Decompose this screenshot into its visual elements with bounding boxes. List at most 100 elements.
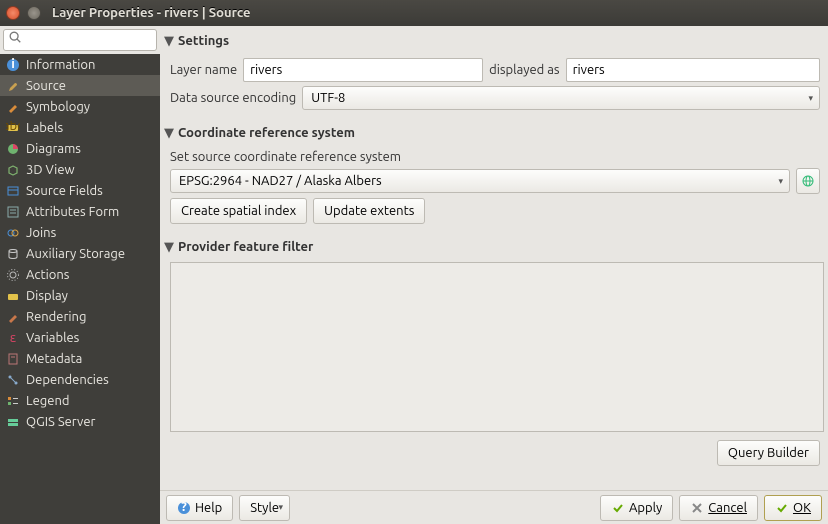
cube-icon	[6, 163, 20, 177]
search-icon	[8, 30, 22, 44]
select-value: UTF-8	[311, 91, 345, 105]
fields-icon	[6, 184, 20, 198]
section-title: Coordinate reference system	[178, 126, 355, 140]
diagrams-icon	[6, 142, 20, 156]
encoding-select[interactable]: UTF-8	[302, 86, 820, 110]
close-icon[interactable]	[6, 6, 20, 20]
sidebar-item-symbology[interactable]: Symbology	[0, 96, 160, 117]
sidebar: iInformation Source Symbology abcLabels …	[0, 26, 160, 524]
apply-button[interactable]: Apply	[600, 495, 673, 521]
search-input[interactable]	[3, 29, 157, 51]
layer-name-label: Layer name	[170, 63, 237, 77]
button-label: Apply	[629, 501, 662, 515]
window-title: Layer Properties - rivers | Source	[52, 6, 250, 20]
sidebar-item-label: Metadata	[26, 352, 82, 366]
help-icon: ?	[177, 501, 191, 515]
sidebar-item-3dview[interactable]: 3D View	[0, 159, 160, 180]
rendering-icon	[6, 310, 20, 324]
form-icon	[6, 205, 20, 219]
wrench-icon	[6, 79, 20, 93]
sidebar-item-variables[interactable]: ε Variables	[0, 327, 160, 348]
sidebar-item-label: Auxiliary Storage	[26, 247, 125, 261]
button-label: OK	[793, 501, 811, 515]
button-label: Help	[195, 501, 222, 515]
server-icon	[6, 415, 20, 429]
sidebar-item-label: Rendering	[26, 310, 86, 324]
svg-text:i: i	[11, 58, 15, 71]
crs-select[interactable]: EPSG:2964 - NAD27 / Alaska Albers	[170, 169, 790, 193]
chevron-down-icon: ▼	[164, 34, 174, 49]
cancel-icon	[690, 501, 704, 515]
filter-header[interactable]: ▼ Provider feature filter	[160, 236, 824, 258]
display-icon	[6, 289, 20, 303]
input-value: rivers	[573, 63, 605, 77]
labels-icon: abc	[6, 121, 20, 135]
section-title: Provider feature filter	[178, 240, 313, 254]
filter-textarea[interactable]	[170, 262, 824, 432]
gear-icon	[6, 268, 20, 282]
sidebar-item-label: Source Fields	[26, 184, 103, 198]
sidebar-item-source[interactable]: Source	[0, 75, 160, 96]
crs-header[interactable]: ▼ Coordinate reference system	[160, 122, 824, 144]
sidebar-item-label: Variables	[26, 331, 79, 345]
cancel-button[interactable]: Cancel	[679, 495, 758, 521]
layer-name-input[interactable]: rivers	[243, 58, 483, 82]
main-panel: ▼ Settings Layer name rivers displayed as…	[160, 26, 828, 524]
button-label: Cancel	[708, 501, 747, 515]
create-spatial-index-button[interactable]: Create spatial index	[170, 198, 307, 224]
sidebar-item-label: Display	[26, 289, 68, 303]
sidebar-item-label: 3D View	[26, 163, 75, 177]
help-button[interactable]: ? Help	[166, 495, 233, 521]
legend-icon	[6, 394, 20, 408]
sidebar-item-joins[interactable]: Joins	[0, 222, 160, 243]
brush-icon	[6, 100, 20, 114]
chevron-down-icon: ▼	[164, 126, 174, 141]
sidebar-item-legend[interactable]: Legend	[0, 390, 160, 411]
svg-text:ε: ε	[10, 331, 17, 345]
check-icon	[775, 501, 789, 515]
chevron-down-icon: ▼	[164, 240, 174, 255]
displayed-as-label: displayed as	[489, 63, 559, 77]
style-menu-button[interactable]: Style	[239, 495, 290, 521]
settings-header[interactable]: ▼ Settings	[160, 30, 824, 52]
bottom-bar: ? Help Style Apply Cancel OK	[160, 490, 828, 524]
sidebar-item-rendering[interactable]: Rendering	[0, 306, 160, 327]
encoding-label: Data source encoding	[170, 91, 296, 105]
sidebar-item-label: Attributes Form	[26, 205, 119, 219]
sidebar-item-dependencies[interactable]: Dependencies	[0, 369, 160, 390]
minimize-icon[interactable]	[27, 6, 41, 20]
sidebar-item-label: Actions	[26, 268, 69, 282]
joins-icon	[6, 226, 20, 240]
update-extents-button[interactable]: Update extents	[313, 198, 425, 224]
button-label: Style	[250, 501, 279, 515]
sidebar-item-label: Information	[26, 58, 95, 72]
crs-picker-button[interactable]	[796, 168, 820, 194]
section-title: Settings	[178, 34, 229, 48]
sidebar-item-label: Labels	[26, 121, 63, 135]
variables-icon: ε	[6, 331, 20, 345]
sidebar-item-label: Diagrams	[26, 142, 81, 156]
info-icon: i	[6, 58, 20, 72]
query-builder-button[interactable]: Query Builder	[717, 440, 820, 466]
sidebar-list: iInformation Source Symbology abcLabels …	[0, 54, 160, 432]
sidebar-item-actions[interactable]: Actions	[0, 264, 160, 285]
sidebar-item-labels[interactable]: abc Labels	[0, 117, 160, 138]
sidebar-item-source-fields[interactable]: Source Fields	[0, 180, 160, 201]
sidebar-item-diagrams[interactable]: Diagrams	[0, 138, 160, 159]
button-label: Query Builder	[728, 446, 809, 460]
svg-text:?: ?	[181, 501, 187, 514]
sidebar-item-attributes-form[interactable]: Attributes Form	[0, 201, 160, 222]
sidebar-item-auxiliary-storage[interactable]: Auxiliary Storage	[0, 243, 160, 264]
check-icon	[611, 501, 625, 515]
sidebar-item-display[interactable]: Display	[0, 285, 160, 306]
displayed-as-input[interactable]: rivers	[566, 58, 820, 82]
storage-icon	[6, 247, 20, 261]
sidebar-item-information[interactable]: i Information	[0, 54, 160, 75]
sidebar-item-label: Symbology	[26, 100, 90, 114]
titlebar: Layer Properties - rivers | Source	[0, 0, 828, 26]
globe-icon	[801, 174, 815, 188]
sidebar-item-qgis-server[interactable]: QGIS Server	[0, 411, 160, 432]
sidebar-item-metadata[interactable]: Metadata	[0, 348, 160, 369]
sidebar-item-label: QGIS Server	[26, 415, 95, 429]
ok-button[interactable]: OK	[764, 495, 822, 521]
